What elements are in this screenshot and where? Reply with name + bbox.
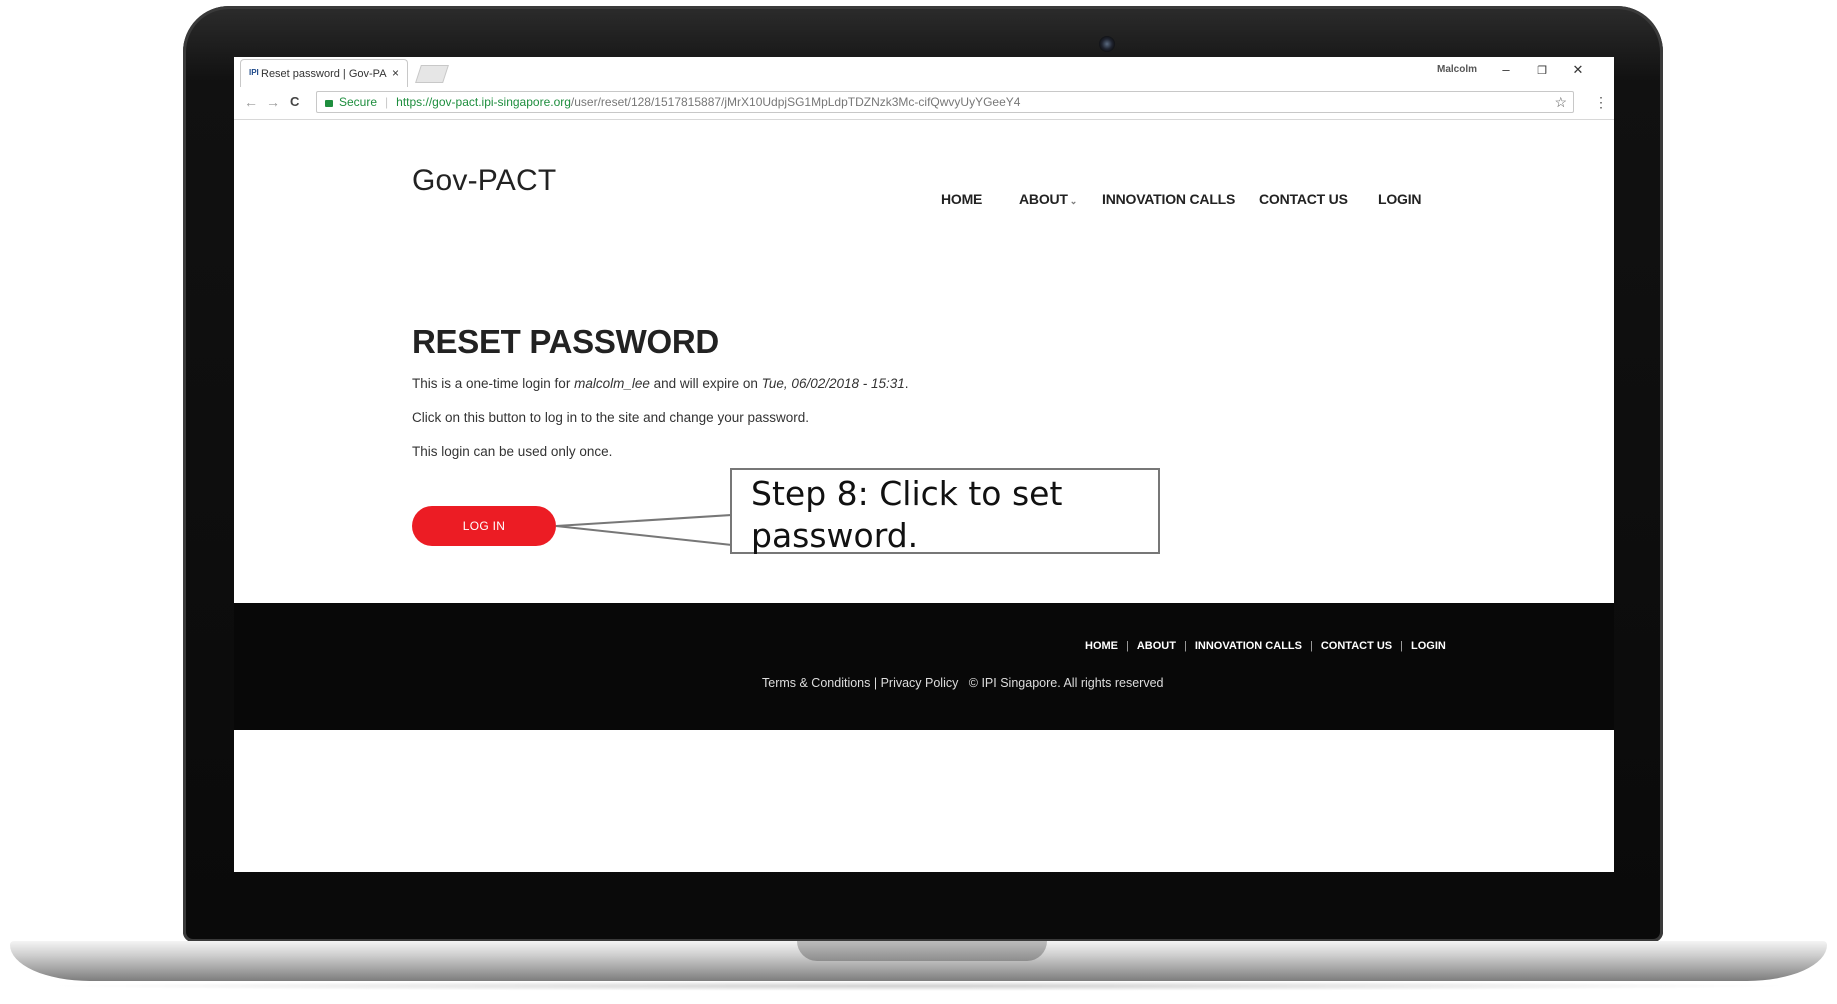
callout-line-1: Step 8: Click to set [751, 474, 1063, 513]
footer-link-login[interactable]: LOGIN [1411, 640, 1446, 652]
chevron-down-icon: ⌄ [1069, 196, 1078, 206]
reload-icon[interactable]: C [290, 94, 299, 109]
bookmark-star-icon[interactable]: ☆ [1554, 94, 1567, 111]
line1-suffix: . [904, 376, 909, 391]
footer-nav: HOME | ABOUT | INNOVATION CALLS | CONTACT US | L… [1085, 640, 1446, 652]
lock-icon [325, 99, 333, 107]
page-title: RESET PASSWORD [412, 323, 719, 360]
line1-middle: and will expire on [649, 376, 762, 391]
new-tab-button[interactable] [415, 65, 449, 83]
secure-label: Secure [339, 95, 378, 109]
footer-separator: | [1400, 640, 1403, 652]
nav-innovation-calls[interactable]: INNOVATION CALLS [1102, 191, 1235, 207]
restore-icon[interactable]: ❐ [1532, 64, 1552, 77]
browser-tab[interactable]: IPI Reset password | Gov-PA × [240, 59, 408, 87]
url-domain: https://gov-pact.ipi-singapore.org [396, 95, 571, 109]
footer-link-home[interactable]: HOME [1085, 640, 1118, 652]
profile-button[interactable]: Malcolm [1437, 64, 1477, 75]
back-icon[interactable]: ← [244, 94, 258, 110]
single-use-text: This login can be used only once. [412, 444, 613, 459]
camera-icon [1099, 36, 1115, 52]
expiry-date: Tue, 06/02/2018 - 15:31 [761, 376, 905, 391]
nav-about-label: ABOUT [1019, 191, 1068, 207]
forward-icon[interactable]: → [266, 94, 280, 110]
login-button[interactable]: LOG IN [412, 506, 556, 546]
address-bar[interactable]: Secure | https://gov-pact.ipi-singapore.… [316, 91, 1574, 113]
favicon-icon: IPI [249, 68, 259, 77]
close-tab-icon[interactable]: × [392, 66, 399, 80]
laptop-notch [797, 941, 1047, 961]
laptop-shadow [40, 981, 1800, 991]
footer-link-about[interactable]: ABOUT [1137, 640, 1176, 652]
footer-separator: | [1126, 640, 1129, 652]
footer-link-contact-us[interactable]: CONTACT US [1321, 640, 1392, 652]
minimize-icon[interactable]: – [1496, 62, 1516, 77]
nav-home[interactable]: HOME [941, 191, 982, 207]
username: malcolm_lee [574, 376, 650, 391]
close-window-icon[interactable]: ✕ [1568, 62, 1588, 78]
line1-prefix: This is a one-time login for [412, 376, 575, 391]
browser-menu-icon[interactable]: ⋮ [1594, 94, 1608, 111]
one-time-login-text: This is a one-time login for malcolm_lee… [412, 376, 909, 391]
tab-strip: IPI Reset password | Gov-PA × Malcolm – … [234, 57, 1614, 87]
nav-about[interactable]: ABOUT ⌄ [1019, 191, 1077, 207]
callout-line-2: password. [751, 516, 919, 555]
tab-title: Reset password | Gov-PA [261, 67, 387, 80]
separator: | [385, 95, 389, 109]
site-footer: HOME | ABOUT | INNOVATION CALLS | CONTACT US | L… [234, 603, 1614, 730]
toolbar: ← → C Secure | https://gov-pact.ipi-sing… [234, 87, 1614, 120]
footer-separator: | [1309, 640, 1313, 652]
nav-contact-us[interactable]: CONTACT US [1259, 191, 1348, 207]
callout-box: Step 8: Click to set password. [730, 468, 1160, 555]
nav-login[interactable]: LOGIN [1378, 191, 1422, 207]
site-logo[interactable]: Gov-PACT [412, 164, 556, 198]
instruction-text: Click on this button to log in to the si… [412, 410, 809, 425]
footer-copyright: Terms & Conditions | Privacy Policy © IP… [762, 676, 1164, 690]
footer-link-innovation-calls[interactable]: INNOVATION CALLS [1195, 640, 1302, 652]
browser-window: IPI Reset password | Gov-PA × Malcolm – … [234, 57, 1614, 872]
footer-separator: | [1183, 640, 1187, 652]
url-path: /user/reset/128/1517815887/jMrX10UdpjSG1… [570, 95, 1021, 109]
